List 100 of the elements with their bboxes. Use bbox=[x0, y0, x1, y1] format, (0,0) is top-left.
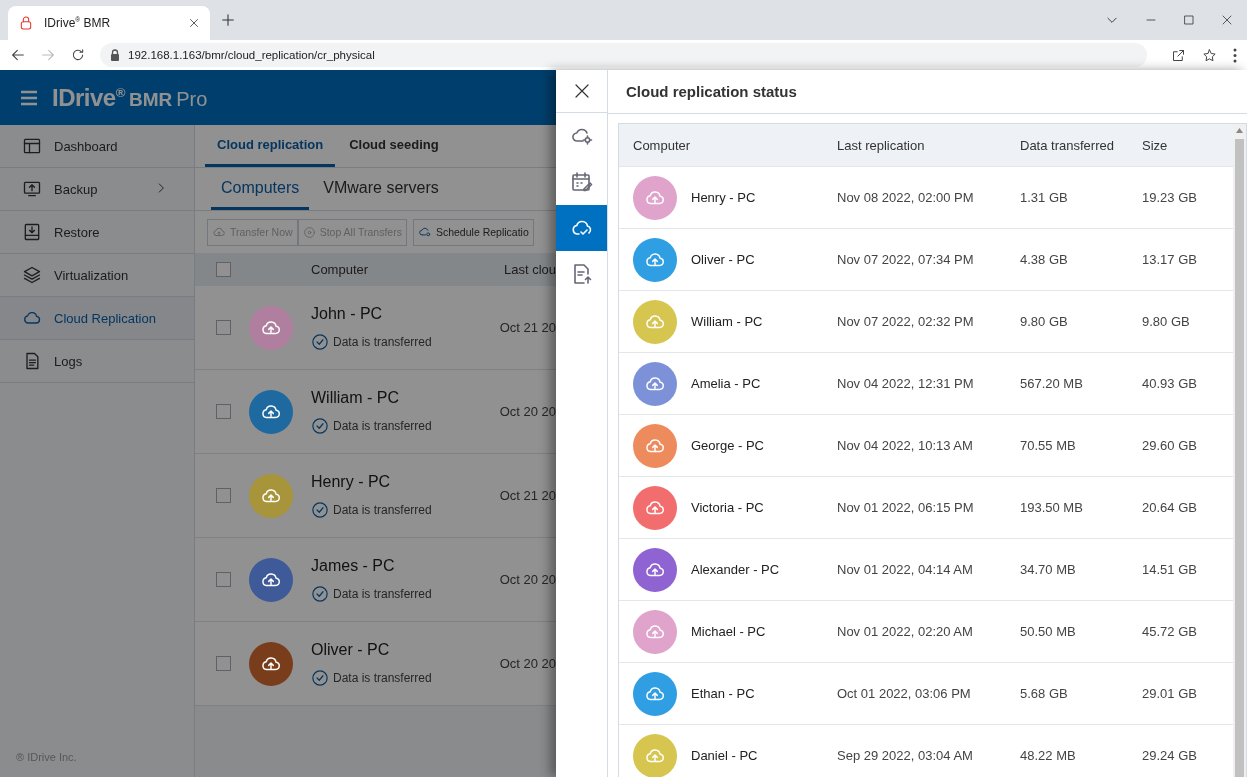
column-header: Computer bbox=[311, 262, 370, 277]
computer-name: Michael - PC bbox=[691, 624, 766, 639]
address-bar[interactable]: 192.168.1.163/bmr/cloud_replication/cr_physical bbox=[100, 43, 1147, 67]
computer-name: Daniel - PC bbox=[691, 748, 758, 763]
table-cell-text: Oct 01 2022, 03:06 PM bbox=[837, 686, 972, 701]
table-cell-text: 70.55 MB bbox=[1020, 438, 1077, 453]
table-cell-text: 13.17 GB bbox=[1142, 252, 1198, 267]
table-cell-text: Nov 01 2022, 04:14 AM bbox=[837, 562, 974, 577]
table-cell: Oct 20 20 bbox=[499, 404, 556, 419]
table-cell-text: Nov 04 2022, 10:13 AM bbox=[837, 438, 974, 453]
computer-name: Henry - PC bbox=[691, 190, 756, 205]
checkbox[interactable] bbox=[216, 656, 231, 671]
computer-name: Alexander - PC bbox=[691, 562, 780, 577]
table-cell-text: 9.80 GB bbox=[1020, 314, 1069, 329]
check-circle-icon bbox=[311, 416, 329, 435]
check-circle-icon bbox=[311, 584, 329, 603]
table-cell: Oct 20 20 bbox=[499, 572, 556, 587]
upload-icon bbox=[22, 179, 42, 199]
rail-button[interactable] bbox=[556, 205, 607, 251]
stop-icon bbox=[302, 225, 316, 239]
column-header: Computer bbox=[633, 137, 692, 153]
table-cell-text: 4.38 GB bbox=[1020, 252, 1069, 267]
status-text: Data is transferred bbox=[333, 502, 432, 517]
table-cell-text: 29.24 GB bbox=[1142, 748, 1198, 763]
table-cell-text: Nov 07 2022, 07:34 PM bbox=[837, 252, 975, 267]
table-cell-text: 45.72 GB bbox=[1142, 624, 1198, 639]
computer-name: Henry - PC bbox=[311, 472, 392, 491]
computer-name: James - PC bbox=[311, 556, 396, 575]
table-cell-text: 34.70 MB bbox=[1020, 562, 1077, 577]
cloud-upload-icon bbox=[212, 225, 226, 239]
panel-title: Cloud replication status bbox=[626, 83, 797, 100]
table-cell-text: Nov 07 2022, 02:32 PM bbox=[837, 314, 975, 329]
lock-icon bbox=[110, 49, 120, 61]
table-cell: Oct 21 20 bbox=[499, 320, 556, 335]
table-cell-text: Nov 04 2022, 12:31 PM bbox=[837, 376, 975, 391]
computer-name: Amelia - PC bbox=[691, 376, 761, 391]
status-text: Data is transferred bbox=[333, 334, 432, 349]
table-cell-text: 14.51 GB bbox=[1142, 562, 1198, 577]
menu-icon[interactable] bbox=[1233, 47, 1237, 63]
table-cell: Oct 20 20 bbox=[499, 656, 556, 671]
table-cell-text: 567.20 MB bbox=[1020, 376, 1084, 391]
dashboard-icon bbox=[22, 136, 42, 156]
tab[interactable]: Cloud seeding bbox=[337, 125, 451, 167]
computer-name: Oliver - PC bbox=[311, 640, 391, 659]
reload-icon bbox=[70, 47, 86, 63]
table-cell-text: 5.68 GB bbox=[1020, 686, 1069, 701]
check-circle-icon bbox=[311, 668, 329, 687]
table-cell-text: 48.22 MB bbox=[1020, 748, 1077, 763]
scroll-up-icon[interactable] bbox=[1236, 128, 1243, 133]
cloud-gear-icon bbox=[417, 225, 432, 239]
layers-icon bbox=[22, 265, 42, 285]
check-circle-icon bbox=[311, 332, 329, 351]
close-icon bbox=[188, 17, 200, 29]
plus-icon bbox=[220, 12, 236, 28]
star-icon bbox=[1202, 47, 1217, 63]
forward-icon bbox=[40, 47, 56, 63]
computer-name: William - PC bbox=[691, 314, 763, 329]
table-cell-text: 20.64 GB bbox=[1142, 500, 1198, 515]
status-text: Data is transferred bbox=[333, 586, 432, 601]
computer-name: William - PC bbox=[311, 388, 400, 407]
back-icon bbox=[10, 47, 26, 63]
checkbox[interactable] bbox=[216, 488, 231, 503]
computer-name: Oliver - PC bbox=[691, 252, 755, 267]
checkbox[interactable] bbox=[216, 262, 231, 277]
table-cell-text: 40.93 GB bbox=[1142, 376, 1198, 391]
table-cell-text: Nov 01 2022, 02:20 AM bbox=[837, 624, 974, 639]
status-text: Data is transferred bbox=[333, 670, 432, 685]
table-cell-text: Nov 01 2022, 06:15 PM bbox=[837, 500, 975, 515]
table-cell-text: 50.50 MB bbox=[1020, 624, 1077, 639]
checkbox[interactable] bbox=[216, 404, 231, 419]
column-header: Last clou bbox=[503, 262, 556, 277]
table-cell-text: 29.01 GB bbox=[1142, 686, 1198, 701]
scrollbar[interactable] bbox=[1233, 124, 1246, 777]
column-header: Size bbox=[1142, 137, 1169, 153]
table-cell-text: Sep 29 2022, 03:04 AM bbox=[837, 748, 974, 763]
check-circle-icon bbox=[311, 500, 329, 519]
toolbar-button[interactable]: Schedule Replicatio bbox=[412, 218, 534, 246]
table-cell-text: Nov 08 2022, 02:00 PM bbox=[837, 190, 975, 205]
calendar-pencil-icon bbox=[569, 170, 594, 194]
column-header: Data transferred bbox=[1020, 137, 1115, 153]
computer-name: George - PC bbox=[691, 438, 764, 453]
browser-tab[interactable]: IDrive$^{®}$ BMR bbox=[8, 6, 210, 40]
sidebar-item[interactable]: Cloud Replication bbox=[0, 297, 194, 340]
tab[interactable]: VMware servers bbox=[313, 168, 449, 210]
status-text: Data is transferred bbox=[333, 418, 432, 433]
share-icon bbox=[1171, 47, 1186, 63]
checkbox[interactable] bbox=[216, 572, 231, 587]
computer-name: Victoria - PC bbox=[691, 500, 764, 515]
table-cell-text: 193.50 MB bbox=[1020, 500, 1084, 515]
checkbox[interactable] bbox=[216, 320, 231, 335]
table-cell-text: 1.31 GB bbox=[1020, 190, 1069, 205]
column-header: Last replication bbox=[837, 137, 926, 153]
table-cell-text: 29.60 GB bbox=[1142, 438, 1198, 453]
app-logo: IDrive$^{®}$ BMR Pro bbox=[52, 83, 208, 112]
download-icon bbox=[22, 222, 42, 242]
computer-name: Ethan - PC bbox=[691, 686, 755, 701]
close-icon bbox=[1221, 14, 1233, 26]
computer-name: John - PC bbox=[311, 304, 384, 323]
table-cell-text: 9.80 GB bbox=[1142, 314, 1191, 329]
close-button[interactable] bbox=[556, 70, 607, 113]
